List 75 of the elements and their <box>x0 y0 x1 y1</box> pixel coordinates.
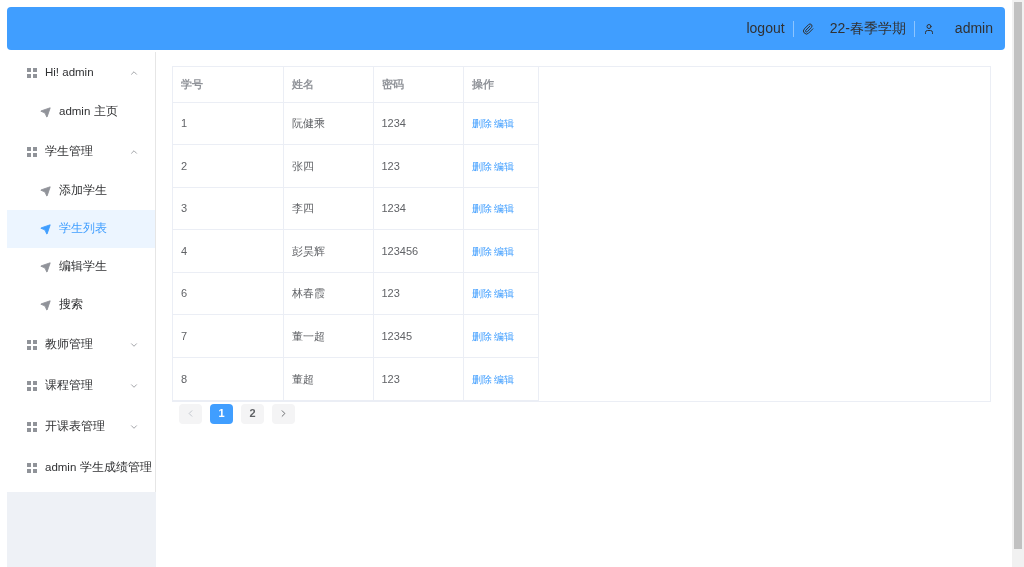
menu-item[interactable]: admin 主页 <box>7 93 155 131</box>
menu-group[interactable]: 课程管理 <box>7 365 155 406</box>
table-cell: 董超 <box>283 357 373 401</box>
column-header: 姓名 <box>283 67 373 102</box>
send-icon <box>40 261 51 273</box>
paperclip-icon <box>801 22 814 35</box>
table-cell: 123 <box>373 272 463 315</box>
action-link[interactable]: 编辑 <box>493 288 514 300</box>
table-cell: 1 <box>173 102 283 145</box>
column-header: 密码 <box>373 67 463 102</box>
next-page-button[interactable] <box>272 403 295 424</box>
table-cell: 123456 <box>373 229 463 273</box>
grid-icon <box>27 421 37 432</box>
menu-group[interactable]: 开课表管理 <box>7 406 155 447</box>
action-link[interactable]: 编辑 <box>493 331 514 342</box>
action-link[interactable]: 删除 <box>471 118 492 130</box>
menu-group[interactable]: Hi! admin <box>7 52 155 93</box>
action-link[interactable]: 编辑 <box>493 373 514 385</box>
action-link[interactable]: 删除 <box>471 245 492 257</box>
grid-icon <box>27 339 37 350</box>
menu-group[interactable]: admin 学生成绩管理 <box>7 447 155 488</box>
table-cell: 阮健乘 <box>283 102 373 145</box>
page-button[interactable]: 2 <box>241 403 264 424</box>
table-cell: 3 <box>173 187 283 230</box>
table-cell: 董一超 <box>283 314 373 358</box>
action-link[interactable]: 编辑 <box>493 203 514 215</box>
table-cell: 1234 <box>373 187 463 230</box>
table-cell: 6 <box>173 272 283 315</box>
grid-icon <box>27 462 37 473</box>
action-link[interactable]: 编辑 <box>493 118 514 130</box>
action-link[interactable]: 删除 <box>471 160 492 172</box>
menu-item[interactable]: 编辑学生 <box>7 248 155 286</box>
table-cell: 12345 <box>373 314 463 358</box>
table-cell: 8 <box>173 357 283 401</box>
menu-group-label: 课程管理 <box>45 377 94 393</box>
menu-group-label: 开课表管理 <box>45 418 106 434</box>
table-cell: 林春霞 <box>283 272 373 315</box>
send-icon <box>40 299 51 311</box>
action-link[interactable]: 删除 <box>471 331 492 342</box>
logout-link[interactable]: logout <box>746 18 785 39</box>
menu-group-label: admin 学生成绩管理 <box>45 459 152 475</box>
table-cell: 张四 <box>283 144 373 188</box>
send-icon <box>40 223 51 235</box>
action-link[interactable]: 删除 <box>471 203 492 215</box>
menu-item[interactable]: 添加学生 <box>7 172 155 210</box>
menu-item[interactable]: 搜索 <box>7 286 155 324</box>
table-cell: 4 <box>173 229 283 273</box>
action-link[interactable]: 删除 <box>471 288 492 300</box>
table-cell: 123 <box>373 357 463 401</box>
action-link[interactable]: 编辑 <box>493 245 514 257</box>
table-cell: 123 <box>373 144 463 188</box>
column-header: 学号 <box>173 67 283 102</box>
send-icon <box>40 185 51 197</box>
term-label: 22-春季学期 <box>829 19 906 38</box>
table-cell: 李四 <box>283 187 373 230</box>
table-cell: 彭昊辉 <box>283 229 373 273</box>
table-cell: 1234 <box>373 102 463 145</box>
action-link[interactable]: 编辑 <box>493 160 514 172</box>
user-icon <box>922 22 935 35</box>
grid-icon <box>27 380 37 391</box>
grid-icon <box>27 146 37 157</box>
table-cell: 7 <box>173 314 283 358</box>
menu-group-label: Hi! admin <box>45 64 95 80</box>
send-icon <box>40 106 51 118</box>
grid-icon <box>27 67 37 78</box>
menu-group[interactable]: 教师管理 <box>7 324 155 365</box>
action-link[interactable]: 删除 <box>471 373 492 385</box>
user-name: admin <box>954 19 993 38</box>
column-header: 操作 <box>463 67 538 102</box>
menu-group-label: 学生管理 <box>45 143 94 159</box>
page-button[interactable]: 1 <box>210 403 233 424</box>
table-cell: 2 <box>173 144 283 188</box>
menu-group-label: 教师管理 <box>45 336 94 352</box>
menu-item[interactable]: 学生列表 <box>7 210 155 248</box>
menu-group[interactable]: 学生管理 <box>7 131 155 172</box>
